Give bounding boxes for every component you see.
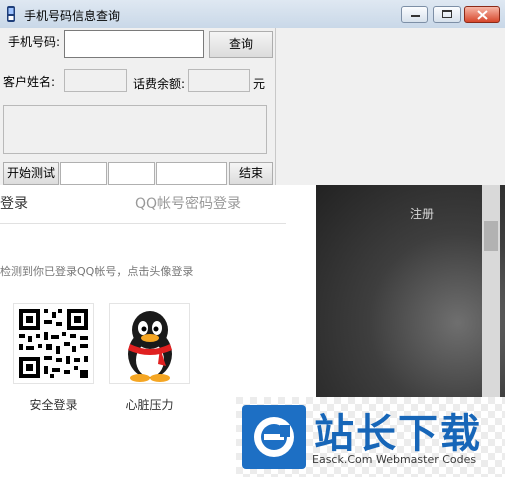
watermark: 站长下载 Easck.Com Webmaster Codes xyxy=(236,397,505,477)
secure-login-label: 安全登录 xyxy=(29,398,78,412)
query-form: 手机号码: 查询 客户姓名: 话费余额: 元 开始测试 结束 xyxy=(0,28,275,185)
avatar-login-tile[interactable] xyxy=(109,303,190,384)
phone-input[interactable] xyxy=(64,30,204,58)
watermark-brand: 站长下载 xyxy=(314,411,482,457)
watermark-url: Easck.Com Webmaster Codes xyxy=(312,453,477,466)
login-heading: 登录 xyxy=(0,196,28,212)
minimize-icon xyxy=(411,15,420,17)
register-link[interactable]: 注册 xyxy=(410,205,434,222)
window-title: 手机号码信息查询 xyxy=(24,9,121,23)
login-hint: 检测到你已登录QQ帐号，点击头像登录 xyxy=(0,265,194,278)
end-button[interactable]: 结束 xyxy=(229,162,273,185)
vertical-scrollbar[interactable] xyxy=(482,185,500,397)
customer-name-label: 客户姓名: xyxy=(3,75,56,89)
site-logo-icon xyxy=(242,405,306,469)
close-button[interactable] xyxy=(464,6,500,23)
scrollbar-thumb[interactable] xyxy=(484,221,498,251)
phone-label: 手机号码: xyxy=(8,35,61,49)
balance-label: 话费余额: xyxy=(133,77,186,91)
title-bar: 手机号码信息查询 xyxy=(0,0,505,29)
minimize-button[interactable] xyxy=(401,6,428,23)
start-test-button[interactable]: 开始测试 xyxy=(3,162,59,185)
divider xyxy=(0,223,286,224)
query-button[interactable]: 查询 xyxy=(209,31,273,58)
counter-field-2[interactable] xyxy=(108,162,155,185)
close-icon xyxy=(477,10,488,20)
counter-field-1[interactable] xyxy=(60,162,107,185)
app-icon xyxy=(7,6,15,22)
customer-name-field xyxy=(64,69,127,92)
qq-password-login-tab[interactable]: QQ帐号密码登录 xyxy=(135,193,241,213)
log-area xyxy=(3,105,267,154)
status-field xyxy=(156,162,227,185)
maximize-icon xyxy=(442,10,452,18)
qq-penguin-avatar xyxy=(128,311,172,382)
avatar-name-label: 心脏压力 xyxy=(125,398,174,412)
qr-login-tile[interactable] xyxy=(13,303,94,384)
qr-code-icon xyxy=(14,304,93,383)
app-window: 手机号码信息查询 手机号码: 查询 客户姓名: 话费余额: 元 开始测试 结束 xyxy=(0,0,505,477)
balance-unit: 元 xyxy=(253,77,266,91)
balance-field xyxy=(188,69,250,92)
background-photo: 注册 xyxy=(316,185,505,397)
right-panel xyxy=(275,28,505,185)
maximize-button[interactable] xyxy=(433,6,461,23)
